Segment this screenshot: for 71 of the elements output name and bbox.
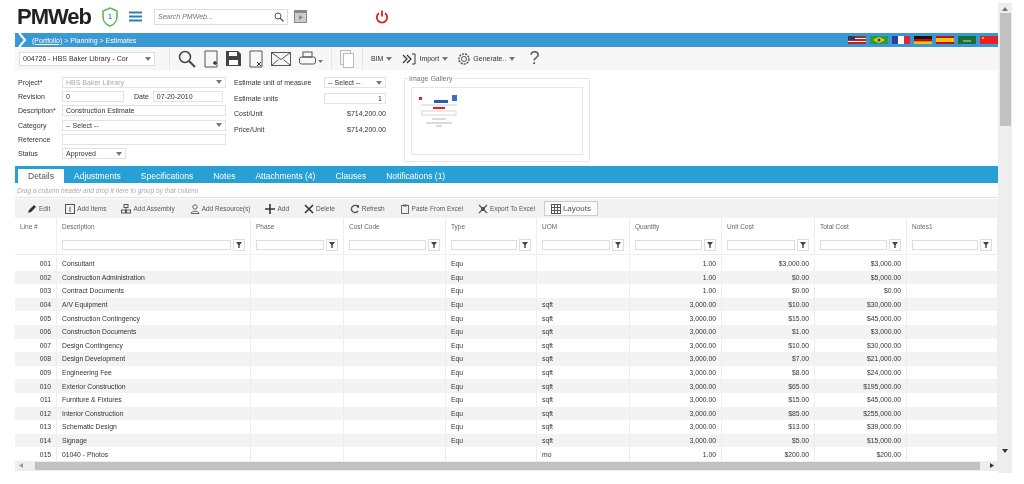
- text-field[interactable]: [62, 133, 226, 145]
- filter-button[interactable]: [889, 238, 901, 251]
- filter-button[interactable]: [519, 238, 531, 251]
- toolbar-button[interactable]: Layouts: [543, 201, 598, 216]
- new-document-icon[interactable]: [204, 49, 218, 68]
- funnel-icon: [236, 241, 242, 248]
- power-icon[interactable]: [375, 9, 390, 24]
- flag-diamond-icon[interactable]: [870, 36, 888, 44]
- filter-field[interactable]: [635, 239, 702, 250]
- tab[interactable]: Details: [18, 169, 64, 183]
- filter-field[interactable]: [256, 239, 324, 250]
- menu-icon[interactable]: [129, 11, 143, 22]
- caret-icon: [442, 56, 449, 61]
- funnel-icon: [522, 241, 528, 248]
- list-box-icon: [65, 203, 76, 214]
- filter-button[interactable]: [704, 238, 716, 251]
- filter-button[interactable]: [980, 238, 992, 251]
- caret-icon: [376, 80, 382, 85]
- caret-icon: [116, 151, 122, 156]
- scrollbar-thumb[interactable]: [35, 461, 980, 470]
- person-icon: [189, 203, 200, 214]
- clipboard-icon: [399, 203, 410, 214]
- caret-icon: [216, 123, 222, 128]
- flag-horizontal-icon[interactable]: [914, 36, 932, 44]
- funnel-icon: [800, 241, 806, 248]
- flag-banded-icon[interactable]: [936, 36, 954, 44]
- caret-icon: [509, 56, 516, 61]
- delete-document-icon[interactable]: [249, 49, 263, 68]
- filter-button[interactable]: [428, 238, 440, 251]
- notification-badge[interactable]: 1: [101, 6, 120, 27]
- help-button[interactable]: ?: [525, 48, 540, 69]
- refresh-icon: [349, 203, 360, 214]
- filter-field[interactable]: [542, 239, 610, 250]
- caret-icon: [145, 56, 151, 61]
- filter-field[interactable]: [727, 239, 795, 250]
- scroll-down-icon[interactable]: [1002, 449, 1008, 453]
- logo[interactable]: PMWeb: [17, 3, 92, 30]
- filter-field[interactable]: [62, 239, 231, 250]
- filter-field[interactable]: [451, 239, 517, 250]
- flag-tricolor-icon[interactable]: [892, 36, 910, 44]
- envelope-icon[interactable]: [271, 51, 291, 66]
- filter-button[interactable]: [797, 238, 809, 251]
- chevrons-icon: [402, 52, 417, 65]
- search-icon[interactable]: [178, 49, 196, 68]
- grid-icon: [550, 203, 561, 214]
- filter-button[interactable]: [612, 238, 624, 251]
- close-icon: [304, 203, 314, 214]
- scrollbar-thumb[interactable]: [999, 13, 1011, 126]
- funnel-icon: [892, 241, 898, 248]
- filter-field[interactable]: [912, 239, 978, 250]
- film-icon[interactable]: [294, 10, 308, 23]
- caret-icon: [216, 80, 222, 85]
- assembly-icon: [121, 203, 132, 214]
- funnel-icon: [329, 241, 335, 248]
- scroll-up-icon[interactable]: [1002, 7, 1008, 11]
- pencil-icon: [27, 203, 37, 214]
- funnel-icon: [431, 241, 437, 248]
- filter-field[interactable]: [349, 239, 426, 250]
- funnel-icon: [615, 241, 621, 248]
- funnel-icon: [983, 241, 989, 248]
- funnel-icon: [707, 241, 713, 248]
- save-icon[interactable]: [226, 51, 241, 66]
- plus-icon: [265, 203, 276, 214]
- caret-icon: [386, 56, 393, 61]
- filter-field[interactable]: [820, 239, 887, 250]
- scroll-right-icon[interactable]: [990, 463, 994, 469]
- flag-stripes-icon[interactable]: [848, 36, 866, 44]
- printer-icon[interactable]: [299, 50, 323, 67]
- gear-icon: [458, 52, 471, 65]
- filter-button[interactable]: [326, 238, 338, 251]
- filter-button[interactable]: [233, 238, 245, 251]
